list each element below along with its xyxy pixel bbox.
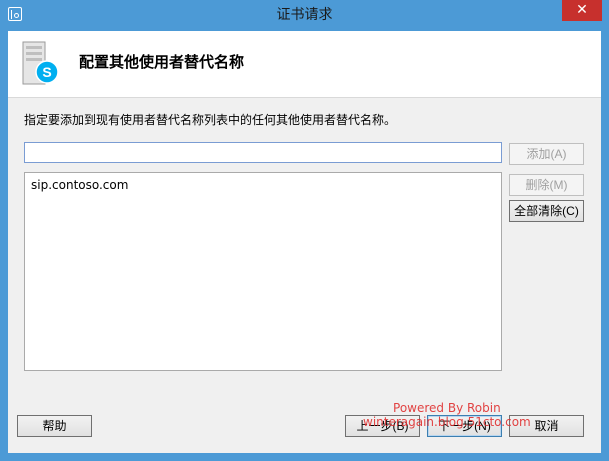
watermark-line2: winteragain.blog.51cto.com [363, 415, 531, 429]
dialog-window: 证书请求 ✕ S 配置其他使用者替代名称 指定要添加到现有使用者替代名称列表中的… [0, 0, 609, 461]
clear-all-button[interactable]: 全部清除(C) [509, 200, 584, 222]
add-button[interactable]: 添加(A) [509, 143, 584, 165]
delete-button[interactable]: 删除(M) [509, 174, 584, 196]
title-bar[interactable]: 证书请求 ✕ [0, 0, 609, 30]
header-divider [8, 97, 601, 98]
watermark: Powered By Robin winteragain.blog.51cto.… [363, 401, 531, 429]
page-title: 配置其他使用者替代名称 [79, 53, 245, 71]
instruction-text: 指定要添加到现有使用者替代名称列表中的任何其他使用者替代名称。 [24, 113, 397, 127]
dialog-content: S 配置其他使用者替代名称 指定要添加到现有使用者替代名称列表中的任何其他使用者… [8, 31, 601, 453]
close-button[interactable]: ✕ [562, 0, 602, 21]
header-panel: S 配置其他使用者替代名称 [8, 31, 601, 97]
help-button[interactable]: 帮助 [17, 415, 92, 437]
skype-server-icon: S [22, 41, 59, 85]
alt-name-list[interactable]: sip.contoso.com [24, 172, 502, 371]
watermark-line1: Powered By Robin [393, 401, 501, 415]
alt-name-input[interactable] [24, 142, 502, 163]
list-item[interactable]: sip.contoso.com [31, 178, 128, 192]
svg-text:S: S [42, 64, 51, 80]
window-title: 证书请求 [276, 7, 333, 23]
